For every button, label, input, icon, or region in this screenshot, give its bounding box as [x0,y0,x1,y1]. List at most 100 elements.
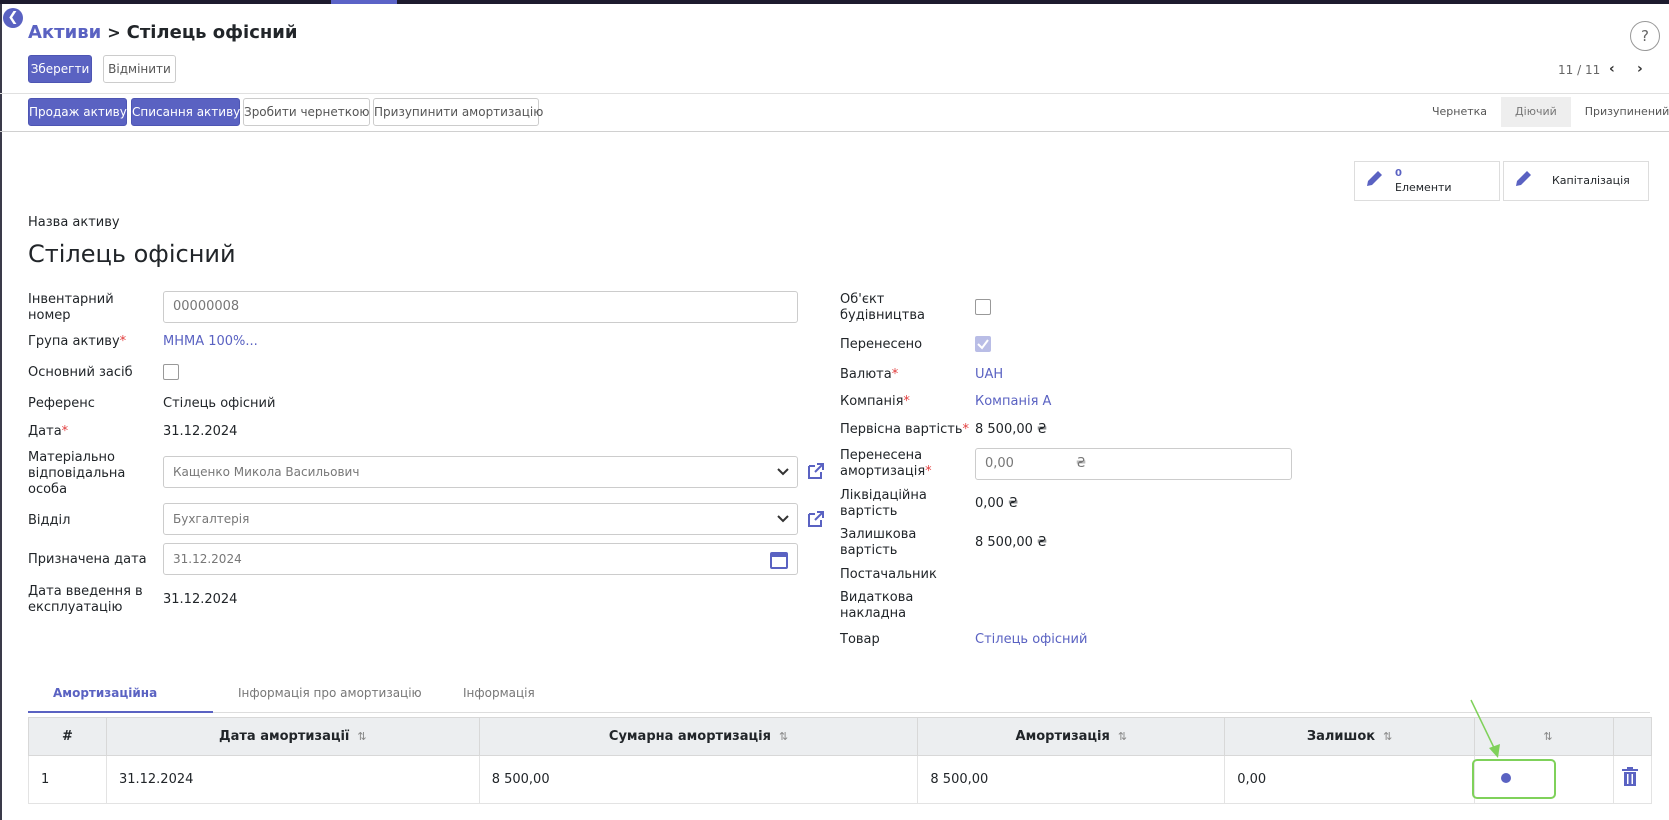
department-select[interactable]: Бухгалтерія [163,503,798,535]
responsible-person-value: Кащенко Микола Васильович [173,465,360,479]
pager-counter: 11 / 11 [1558,63,1601,77]
commissioning-date-value: 31.12.2024 [163,592,238,607]
tab-depreciation-board[interactable]: Амортизаційна панель [28,677,213,732]
inventory-number-input[interactable]: 00000008 [163,291,798,323]
residual-value-label: Залишкова вартість [840,527,917,558]
asset-group-label: Група активу* [28,334,127,349]
highlight-annotation [1472,759,1556,799]
reference-label: Референс [28,396,95,411]
discard-button[interactable]: Відмінити [103,55,176,83]
column-header-cumulative[interactable]: Сумарна амортизація ⇅ [478,717,919,756]
check-icon [977,339,989,350]
company-label: Компанія* [840,394,910,409]
breadcrumb: Активи > Стілець офісний [28,22,298,43]
depreciation-table: # Дата амортизації ⇅ Сумарна амортизація ⇅… [28,717,1653,804]
tab-depreciation-info[interactable]: Інформація про амортизацію [213,677,447,713]
stage-draft[interactable]: Чернетка [1418,97,1501,127]
column-header-depreciation[interactable]: Амортизація ⇅ [917,717,1226,756]
currency-label: Валюта* [840,367,899,382]
inventory-number-label: Інвентарний номер [28,292,114,323]
currency-value[interactable]: UAH [975,367,1003,383]
column-header-actions [1612,717,1653,756]
liquidation-value-label: Ліквідаційна вартість [840,488,927,519]
assigned-date-label: Призначена дата [28,552,147,567]
sort-icon: ⇅ [1383,730,1393,743]
transferred-depreciation-input[interactable]: 0,00 ₴ [975,448,1292,480]
assigned-date-value: 31.12.2024 [173,552,242,566]
currency-symbol: ₴ [1076,456,1087,471]
breadcrumb-current: Стілець офісний [126,22,298,43]
cell-cumulative[interactable]: 8 500,00 [478,755,919,804]
sort-icon: ⇅ [1543,730,1553,743]
stage-running[interactable]: Діючий [1501,97,1571,127]
pager-prev-button[interactable]: ‹ [1609,61,1615,77]
calendar-icon[interactable] [769,550,789,570]
status-bar: Чернетка Діючий Призупинений [1418,97,1669,127]
fixed-asset-label: Основний засіб [28,365,133,380]
supplier-label: Постачальник [840,567,937,582]
table-row[interactable]: 1 31.12.2024 8 500,00 8 500,00 0,00 [28,755,1653,804]
product-label: Товар [840,632,880,647]
statusbar-divider [0,131,1669,132]
capitalization-smart-button[interactable]: Капіталізація [1503,161,1649,201]
stage-paused[interactable]: Призупинений [1571,97,1669,127]
tab-info[interactable]: Інформація [438,677,560,713]
transferred-checkbox[interactable] [975,336,991,352]
department-label: Відділ [28,513,71,528]
breadcrumb-parent[interactable]: Активи [28,22,101,43]
column-header-remaining[interactable]: Залишок ⇅ [1224,717,1476,756]
initial-cost-value: 8 500,00 ₴ [975,422,1048,437]
invoice-label: Видаткова накладна [840,590,914,621]
transferred-depreciation-label: Перенесена амортизація* [840,448,932,479]
pencil-icon [1504,168,1544,194]
writeoff-asset-button[interactable]: Списання активу [131,98,240,126]
product-value[interactable]: Стілець офісний [975,632,1087,648]
sort-icon: ⇅ [778,730,789,743]
set-draft-button[interactable]: Зробити чернеткою [243,98,370,126]
header-divider [0,93,1669,94]
sell-asset-button[interactable]: Продаж активу [28,98,127,126]
commissioning-date-label: Дата введення в експлуатацію [28,584,143,615]
chevron-down-icon [777,515,789,523]
trash-icon[interactable] [1621,767,1639,787]
chevron-down-icon [777,468,789,476]
asset-group-value[interactable]: МНМА 100%... [163,334,258,350]
reference-value: Стілець офісний [163,396,276,411]
date-value: 31.12.2024 [163,424,238,439]
transferred-label: Перенесено [840,337,923,352]
pager-next-button[interactable]: › [1637,61,1643,77]
construction-object-checkbox[interactable] [975,299,991,315]
department-value: Бухгалтерія [173,512,250,526]
date-label: Дата* [28,424,69,439]
asset-name-title[interactable]: Стілець офісний [28,240,236,268]
company-value[interactable]: Компанія А [975,394,1051,410]
save-button[interactable]: Зберегти [28,55,92,83]
external-link-icon[interactable] [806,461,826,481]
liquidation-value: 0,00 ₴ [975,496,1019,511]
fixed-asset-checkbox[interactable] [163,364,179,380]
responsible-person-label: Матеріально відповідальна особа [28,450,126,497]
left-edge [0,4,2,820]
help-button[interactable]: ? [1630,21,1660,51]
cell-date[interactable]: 31.12.2024 [105,755,480,804]
cell-remaining[interactable]: 0,00 [1224,755,1476,804]
capitalization-label: Капіталізація [1552,174,1630,187]
cell-depreciation[interactable]: 8 500,00 [917,755,1226,804]
construction-object-label: Об'єкт будівництва [840,292,925,323]
column-header-date[interactable]: Дата амортизації ⇅ [105,717,480,756]
responsible-person-select[interactable]: Кащенко Микола Васильович [163,456,798,488]
external-link-icon[interactable] [806,509,826,529]
pause-depreciation-button[interactable]: Призупинити амортизацію [373,98,543,126]
elements-label: Елементи [1395,181,1452,194]
transferred-depreciation-value: 0,00 [985,456,1014,471]
table-header-row: # Дата амортизації ⇅ Сумарна амортизація ⇅… [28,717,1653,756]
back-icon[interactable]: ❮ [3,8,23,28]
column-header-number: # [28,717,107,756]
assigned-date-input[interactable]: 31.12.2024 [163,543,798,575]
arrow-annotation-icon [1470,699,1500,758]
initial-cost-label: Первісна вартість* [840,422,969,437]
notebook-tabs: Амортизаційна панель Інформація про амор… [28,677,1650,732]
elements-smart-button[interactable]: 0 Елементи [1354,161,1500,201]
top-bar-accent [331,0,397,4]
sort-icon: ⇅ [1117,730,1128,743]
